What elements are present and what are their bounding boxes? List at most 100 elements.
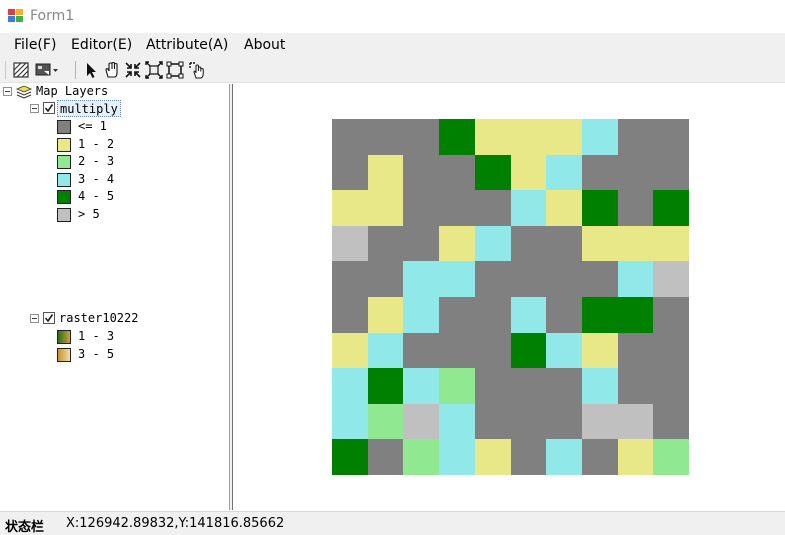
- raster-cell: [332, 332, 368, 369]
- raster-cell: [617, 296, 654, 333]
- raster-cell: [332, 296, 368, 333]
- app-icon: [8, 9, 24, 23]
- raster-cell: [403, 403, 440, 440]
- raster-cell: [617, 439, 654, 475]
- layer-tree-panel: Map Layers multiply <= 1 1 - 2 2 - 3 3 - 4 4…: [0, 84, 230, 510]
- pan-hand-icon[interactable]: [103, 61, 121, 79]
- legend-class-label: <= 1: [78, 119, 107, 133]
- raster-cell: [403, 296, 440, 333]
- raster-cell: [546, 119, 582, 155]
- raster-cell: [474, 332, 511, 369]
- raster-cell: [332, 403, 368, 440]
- raster-cell: [581, 261, 618, 297]
- raster-cell: [510, 403, 547, 440]
- raster-cell: [332, 190, 368, 226]
- raster-cell: [332, 225, 368, 262]
- raster-cell: [510, 439, 547, 475]
- title-bar: Form1: [0, 0, 785, 33]
- raster-cell: [617, 154, 654, 191]
- status-bar: 状态栏 X:126942.89832,Y:141816.85662: [0, 511, 785, 535]
- legend-swatch[interactable]: [57, 208, 71, 222]
- raster-cell: [546, 261, 582, 297]
- raster-cell: [653, 368, 689, 404]
- legend-swatch[interactable]: [57, 347, 71, 362]
- legend-swatch[interactable]: [57, 330, 71, 344]
- raster-cell: [474, 119, 511, 155]
- root-label: Map Layers: [36, 84, 109, 98]
- raster-cell: [474, 439, 511, 475]
- layer-multiply-checkbox[interactable]: [43, 102, 55, 114]
- raster-cell: [546, 439, 582, 475]
- menu-attribute[interactable]: Attribute(A): [146, 37, 228, 53]
- legend-class-label: 3 - 5: [78, 346, 115, 361]
- raster-cell: [510, 154, 547, 191]
- raster-cell: [617, 190, 654, 226]
- legend-swatch[interactable]: [57, 120, 71, 134]
- raster-cell: [403, 154, 440, 191]
- legend-class-label: 3 - 4: [78, 171, 115, 186]
- raster-cell: [403, 368, 440, 404]
- panel-splitter[interactable]: [230, 84, 233, 510]
- layers-stack-icon: [15, 85, 33, 102]
- raster-cell: [653, 439, 689, 475]
- raster-cell: [581, 190, 618, 226]
- raster-cell: [653, 296, 689, 333]
- raster-cell: [546, 296, 582, 333]
- raster-cell: [439, 261, 475, 297]
- raster-cell: [474, 403, 511, 440]
- raster-cell: [617, 261, 654, 297]
- raster-cell: [581, 332, 618, 369]
- legend-swatch[interactable]: [57, 155, 71, 170]
- toolbar-separator: [75, 61, 76, 79]
- collapse-layer-multiply-icon[interactable]: [30, 104, 39, 113]
- raster-cell: [653, 332, 689, 369]
- raster-cell: [510, 190, 547, 226]
- raster-cell: [332, 439, 368, 475]
- menu-file[interactable]: File(F): [14, 37, 56, 53]
- raster-cell: [617, 368, 654, 404]
- select-arrow-icon[interactable]: [83, 61, 101, 79]
- raster-cell: [403, 261, 440, 297]
- raster-cell: [367, 332, 404, 369]
- legend-swatch[interactable]: [57, 137, 71, 152]
- raster-cell: [653, 154, 689, 191]
- collapse-layer-raster-icon[interactable]: [30, 314, 39, 323]
- raster-cell: [510, 119, 547, 155]
- raster-cell: [367, 403, 404, 440]
- identify-icon[interactable]: [188, 61, 206, 79]
- legend-class-label: > 5: [78, 207, 100, 221]
- raster-cell: [510, 332, 547, 369]
- layer-raster10222-checkbox[interactable]: [43, 312, 55, 324]
- legend-class-label: 1 - 2: [78, 136, 115, 151]
- raster-cell: [617, 119, 654, 155]
- raster-cell: [510, 368, 547, 404]
- raster-grid[interactable]: [332, 119, 689, 475]
- legend-class-label: 2 - 3: [78, 154, 115, 169]
- layer-raster10222-label[interactable]: raster10222: [59, 310, 138, 327]
- legend-swatch[interactable]: [57, 172, 71, 187]
- raster-cell: [581, 119, 618, 155]
- raster-cell: [653, 190, 689, 226]
- raster-cell: [653, 119, 689, 155]
- raster-cell: [367, 190, 404, 226]
- collapse-root-icon[interactable]: [3, 87, 12, 96]
- zoom-out-icon[interactable]: [145, 61, 163, 79]
- export-dropdown-icon[interactable]: [35, 61, 61, 79]
- raster-cell: [617, 225, 654, 262]
- raster-cell: [546, 225, 582, 262]
- raster-cell: [439, 332, 475, 369]
- legend-class-label: 1 - 3: [78, 329, 115, 343]
- full-extent-icon[interactable]: [166, 61, 184, 79]
- raster-cell: [367, 439, 404, 475]
- raster-cell: [403, 225, 440, 262]
- legend-swatch[interactable]: [57, 190, 71, 205]
- raster-cell: [474, 368, 511, 404]
- menu-editor[interactable]: Editor(E): [71, 37, 132, 53]
- raster-cell: [367, 119, 404, 155]
- raster-cell: [332, 119, 368, 155]
- raster-tool-icon[interactable]: [12, 61, 30, 79]
- layer-multiply-label[interactable]: multiply: [57, 100, 121, 117]
- zoom-in-icon[interactable]: [124, 61, 142, 79]
- menu-about[interactable]: About: [244, 37, 285, 53]
- raster-cell: [332, 154, 368, 191]
